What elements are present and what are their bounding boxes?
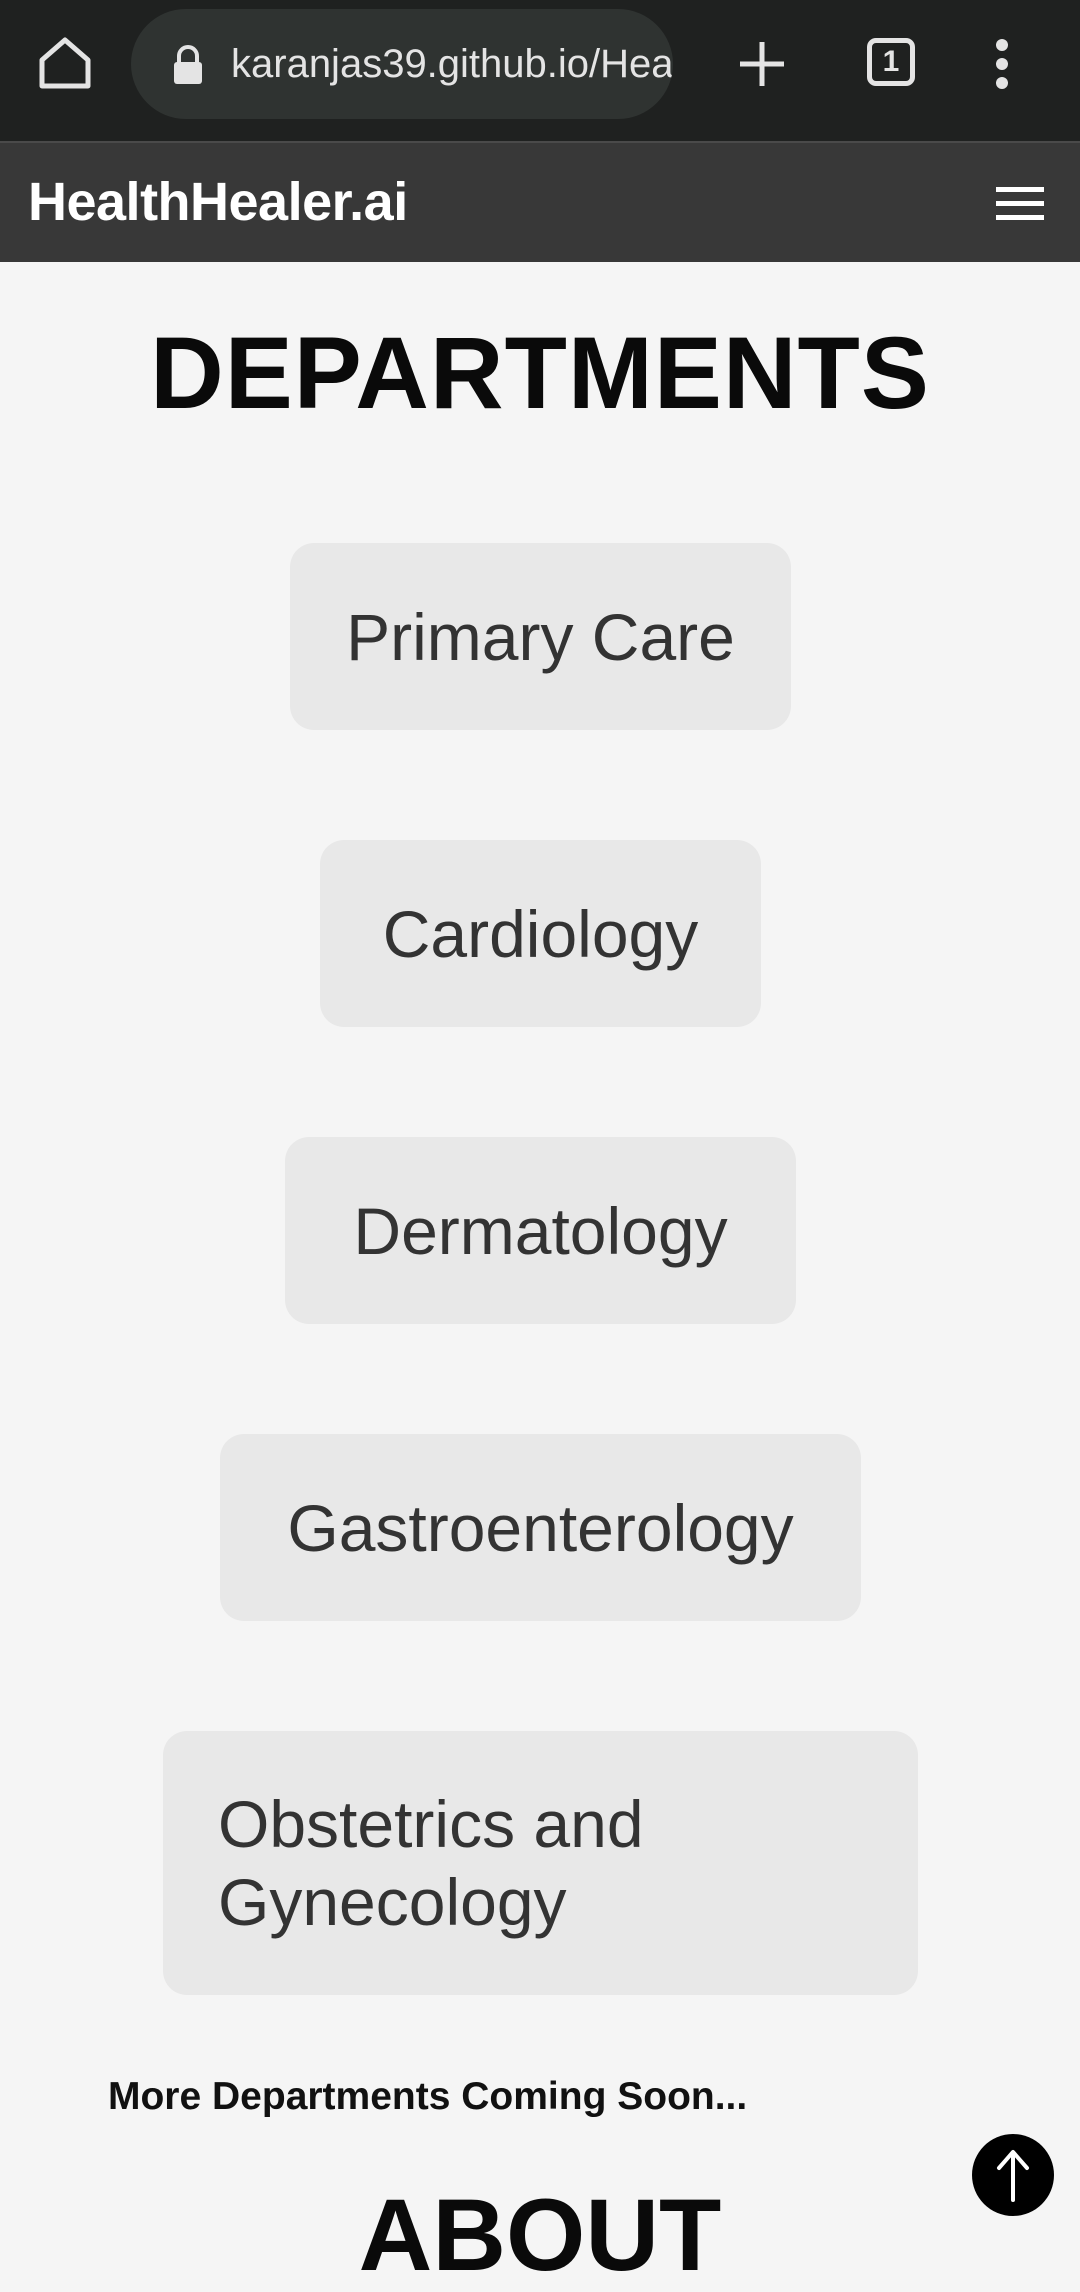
- department-label: Primary Care: [346, 599, 735, 674]
- department-label: Dermatology: [353, 1193, 728, 1268]
- more-vert-icon[interactable]: [992, 38, 1012, 90]
- browser-toolbar: karanjas39.github.io/Hea 1: [0, 0, 1080, 141]
- home-icon[interactable]: [36, 34, 94, 92]
- address-bar[interactable]: karanjas39.github.io/Hea: [131, 9, 673, 119]
- departments-heading: DEPARTMENTS: [150, 316, 930, 430]
- department-button-cardiology[interactable]: Cardiology: [320, 840, 761, 1027]
- lock-icon: [174, 45, 202, 84]
- scroll-to-top-button[interactable]: [972, 2134, 1054, 2216]
- department-button-obstetrics-gynecology[interactable]: Obstetrics and Gynecology: [163, 1731, 918, 1995]
- department-label: Obstetrics and Gynecology: [218, 1787, 644, 1939]
- site-navbar: HealthHealer.ai: [0, 141, 1080, 262]
- department-label: Gastroenterology: [287, 1490, 794, 1565]
- department-button-gastroenterology[interactable]: Gastroenterology: [220, 1434, 861, 1621]
- about-heading: ABOUT: [358, 2178, 722, 2292]
- department-label: Cardiology: [382, 896, 699, 971]
- tab-switcher-button[interactable]: 1: [867, 38, 915, 86]
- plus-icon[interactable]: [738, 40, 786, 88]
- department-button-primary-care[interactable]: Primary Care: [290, 543, 791, 730]
- tab-count: 1: [882, 45, 900, 78]
- department-button-dermatology[interactable]: Dermatology: [285, 1137, 796, 1324]
- coming-soon-note: More Departments Coming Soon...: [108, 2075, 748, 2118]
- brand-logo[interactable]: HealthHealer.ai: [28, 143, 408, 262]
- url-text: karanjas39.github.io/Hea: [231, 42, 673, 86]
- arrow-up-icon: [997, 2150, 1029, 2202]
- hamburger-menu-icon[interactable]: [996, 185, 1044, 223]
